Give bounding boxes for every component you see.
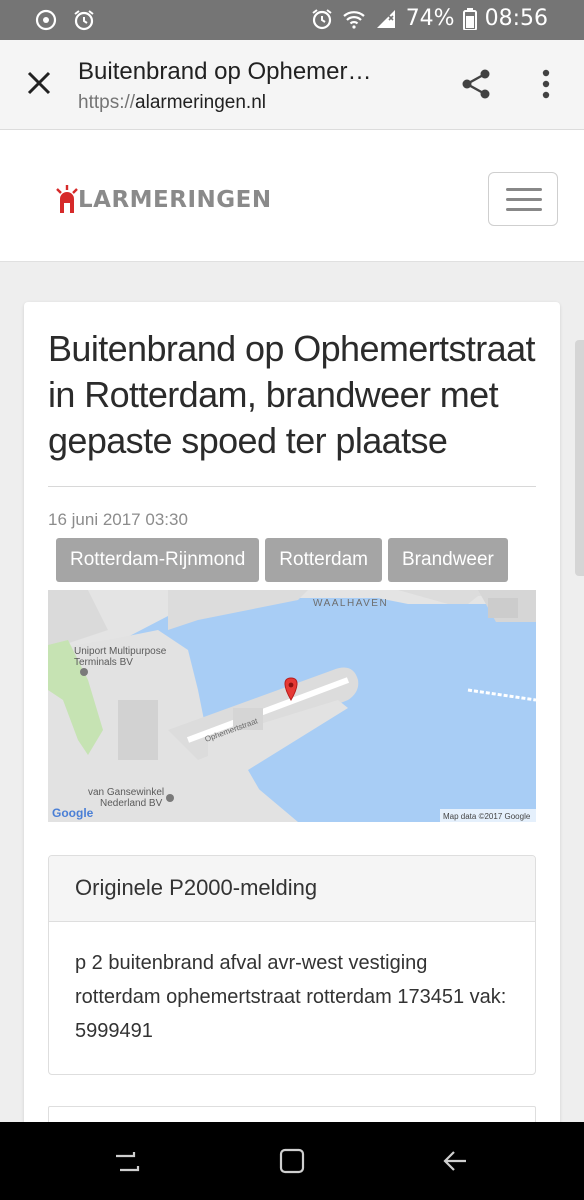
wifi-icon [342,10,365,29]
system-nav-bar [0,1122,584,1200]
article-headline: Buitenbrand op Ophemertstraat in Rotterd… [48,328,536,461]
page-url: https://alarmeringen.nl [78,92,266,113]
p2000-panel: Originele P2000-melding p 2 buitenbrand … [48,855,536,1075]
status-bar: 74% 08:56 [0,0,584,40]
map-label-uniport-2: Terminals BV [74,657,133,668]
map-label-gansewinkel-1: van Gansewinkel [88,787,164,798]
map-label-gansewinkel-2: Nederland BV [100,798,163,809]
tag-list: Rotterdam-Rijnmond Rotterdam Brandweer [56,538,508,582]
alarm-light-icon [56,185,78,213]
poi-icon [80,668,88,676]
map-attribution: Map data ©2017 Google [443,812,531,821]
logo-text: LARMERINGEN [78,187,272,213]
battery-percent: 74% [405,6,455,31]
more-options-icon[interactable] [532,66,560,102]
site-logo[interactable]: LARMERINGEN [56,180,272,220]
clock: 08:56 [484,6,548,31]
share-icon[interactable] [458,66,494,102]
menu-button[interactable] [488,172,558,226]
back-icon[interactable] [440,1146,470,1176]
site-header: LARMERINGEN [0,130,584,262]
tag-brandweer[interactable]: Brandweer [388,538,508,582]
article-date: 16 juni 2017 03:30 [48,510,188,529]
map-label-uniport-1: Uniport Multipurpose [74,646,167,657]
map-label-waalhaven: WAALHAVEN [313,598,388,609]
divider [48,486,536,487]
home-icon[interactable] [277,1146,307,1176]
sync-icon [35,9,57,31]
recent-apps-icon[interactable] [112,1146,142,1176]
p2000-heading: Originele P2000-melding [49,856,535,922]
poi-icon [166,794,174,802]
tag-rotterdam[interactable]: Rotterdam [265,538,382,582]
article-card: Buitenbrand op Ophemertstraat in Rotterd… [24,302,560,1142]
location-map[interactable]: WAALHAVEN Uniport Multipurpose Terminals… [48,590,536,822]
signal-icon [376,9,395,28]
battery-icon [462,7,477,30]
p2000-message: p 2 buitenbrand afval avr-west vestiging… [75,952,507,1042]
google-logo: Google [52,806,94,820]
scrollbar[interactable] [575,340,584,576]
tag-rotterdam-rijnmond[interactable]: Rotterdam-Rijnmond [56,538,260,582]
close-icon[interactable] [22,66,56,100]
alarm-icon [312,8,332,29]
browser-toolbar: Buitenbrand op Ophemer… https://alarmeri… [0,40,584,130]
alarm-icon [74,10,94,31]
page-title: Buitenbrand op Ophemer… [78,58,372,85]
